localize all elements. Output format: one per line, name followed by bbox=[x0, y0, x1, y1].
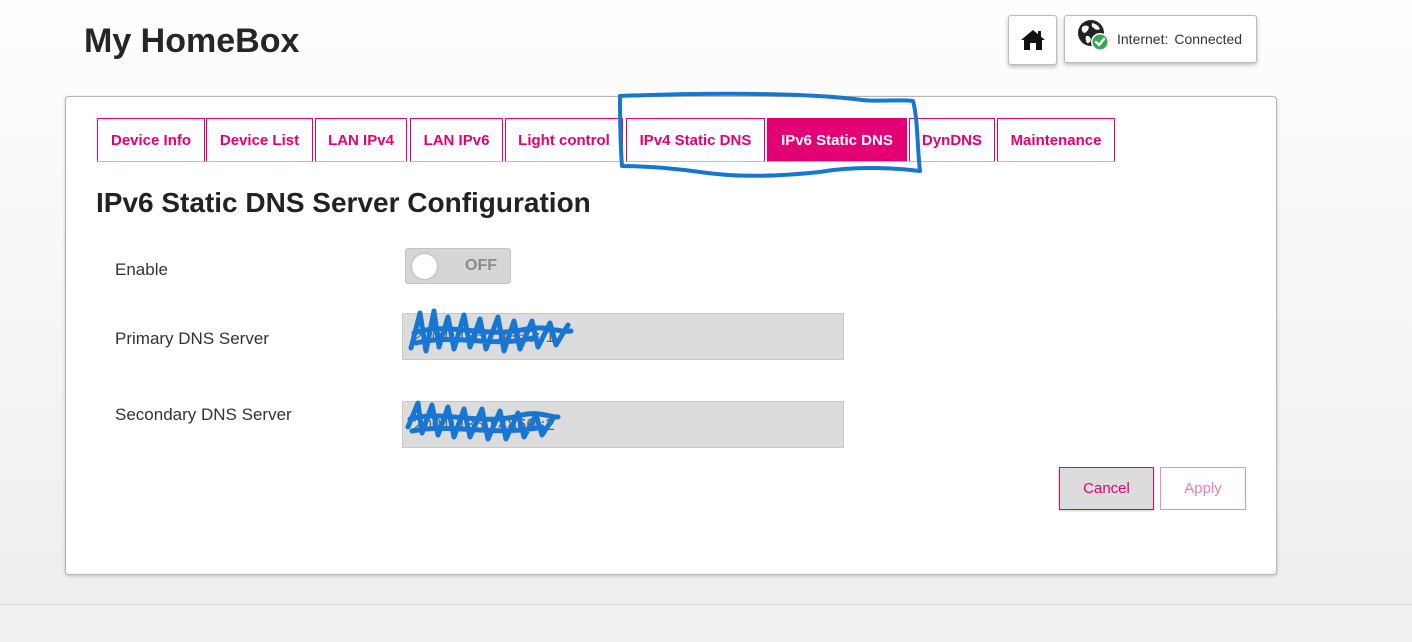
tab-dyndns[interactable]: DynDNS bbox=[909, 118, 995, 162]
globe-check-icon bbox=[1078, 20, 1109, 51]
section-title: IPv6 Static DNS Server Configuration bbox=[96, 187, 591, 218]
toggle-state-text: OFF bbox=[465, 257, 497, 274]
tab-device-info[interactable]: Device Info bbox=[97, 118, 205, 162]
apply-button[interactable]: Apply bbox=[1160, 467, 1246, 510]
config-panel: Device Info Device List LAN IPv4 LAN IPv… bbox=[65, 96, 1277, 575]
page-title: My HomeBox bbox=[84, 22, 300, 60]
tab-maintenance[interactable]: Maintenance bbox=[997, 118, 1115, 162]
internet-status-label: Internet: bbox=[1117, 31, 1169, 47]
internet-status-button[interactable]: Internet: Connected bbox=[1064, 15, 1257, 63]
page: My HomeBox Internet: Connected Device In… bbox=[0, 0, 1412, 642]
enable-label: Enable bbox=[115, 260, 168, 279]
home-button[interactable] bbox=[1008, 15, 1057, 65]
primary-dns-label: Primary DNS Server bbox=[115, 329, 269, 348]
toggle-knob bbox=[412, 254, 437, 279]
tab-lan-ipv6[interactable]: LAN IPv6 bbox=[410, 118, 503, 162]
internet-status-value: Connected bbox=[1174, 31, 1243, 47]
tab-lan-ipv4[interactable]: LAN IPv4 bbox=[315, 118, 407, 162]
secondary-dns-label: Secondary DNS Server bbox=[115, 405, 292, 424]
tab-ipv6-static-dns[interactable]: IPv6 Static DNS bbox=[767, 118, 907, 162]
tab-device-list[interactable]: Device List bbox=[206, 118, 313, 162]
tab-light-control[interactable]: Light control bbox=[505, 118, 623, 162]
tab-ipv4-static-dns[interactable]: IPv4 Static DNS bbox=[626, 118, 765, 162]
cancel-button[interactable]: Cancel bbox=[1059, 467, 1154, 510]
secondary-dns-input[interactable] bbox=[402, 401, 844, 448]
primary-dns-input[interactable] bbox=[402, 313, 844, 360]
home-icon bbox=[1020, 30, 1045, 50]
enable-toggle[interactable]: OFF bbox=[405, 248, 511, 284]
footer-band bbox=[0, 604, 1412, 642]
